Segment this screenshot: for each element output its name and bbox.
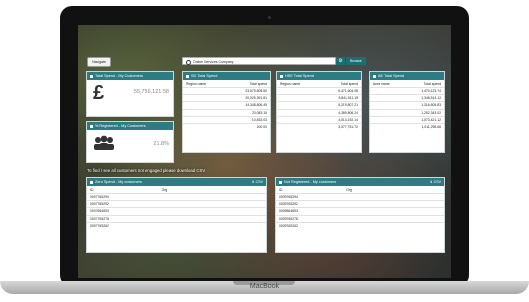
- column-header: Region name: [280, 81, 301, 86]
- table-row: 1,011,298.66: [370, 122, 444, 131]
- ae-spend-title: AE Total Spend: [378, 74, 405, 78]
- sd-spend-card: SD Total Spend Region name Total spend 23…: [182, 71, 271, 153]
- table-row: 200.00: [183, 122, 270, 131]
- not-registered-table: ID Org 0009765294 0009765292 0009664693 0…: [276, 186, 444, 229]
- zero-spend-card: Zero Spend - My customers ⬇ CSV ID Org 00…: [86, 177, 267, 253]
- csv-label: CSV: [255, 180, 263, 184]
- table-row: 4,389,806.24: [277, 108, 361, 117]
- table-icon: [373, 74, 376, 78]
- table-row: 23,579,605.60: [183, 86, 270, 95]
- table-row: 0007765292: [87, 200, 266, 208]
- column-header: ID: [90, 187, 94, 192]
- table-row: 23,083.15: [183, 108, 270, 117]
- not-registered-title: Not Registered - My customers: [284, 180, 337, 184]
- download-csv-button[interactable]: ⬇ CSV: [252, 178, 263, 186]
- browse-button[interactable]: Browse: [346, 57, 366, 65]
- users-icon: [90, 124, 93, 128]
- table-row: 20,029,391.81: [183, 94, 270, 102]
- csv-notice: To find / see all customers not engaged …: [87, 168, 206, 173]
- table-row: 6,471,604.08: [277, 86, 361, 95]
- table-row: 1,316,605.83: [370, 101, 444, 110]
- table-row: 0009765294: [276, 192, 444, 201]
- column-header: Area name: [373, 81, 390, 86]
- table-row: 1,073,421.12: [370, 115, 444, 124]
- hse-spend-table: Region name Total spend 6,471,604.08 5,84…: [277, 80, 361, 131]
- table-row: 5,219,807.21: [277, 101, 361, 110]
- sd-spend-header: SD Total Spend: [183, 72, 270, 80]
- ae-spend-card: AE Total Spend Area name Total spend 1,47…: [369, 71, 445, 153]
- column-header: ID: [279, 187, 283, 192]
- column-header: Region name: [186, 81, 207, 86]
- search-input[interactable]: Online Services Company: [182, 57, 336, 65]
- sd-spend-title: SD Total Spend: [191, 74, 218, 78]
- table-icon: [280, 74, 283, 78]
- ae-spend-header: AE Total Spend: [370, 72, 444, 80]
- screen: Navigate Online Services Company ⚙ Brows…: [78, 25, 451, 278]
- registered-title: % Registered - My Customers: [95, 124, 146, 128]
- column-header: Total spend: [249, 81, 267, 86]
- zero-spend-title: Zero Spend - My customers: [95, 180, 142, 184]
- download-csv-button[interactable]: ⬇ CSV: [430, 178, 441, 186]
- table-icon: [90, 180, 93, 184]
- zero-spend-table: ID Org 0007765294 0007765292 0007664693 0…: [87, 186, 266, 229]
- total-spend-value: 55,756,121.58: [133, 89, 169, 95]
- table-row: 5,841,511.15: [277, 94, 361, 102]
- total-spend-header: Total Spend - My Customers: [87, 72, 173, 80]
- laptop-brand: MacBook: [249, 283, 280, 290]
- total-spend-title: Total Spend - My Customers: [95, 74, 143, 78]
- people-icon: [94, 135, 114, 150]
- hse-spend-header: HSE Total Spend: [277, 72, 361, 80]
- table-row: 0009765292: [276, 200, 444, 208]
- table-row: 4,013,192.14: [277, 115, 361, 124]
- table-row: 0009664693: [276, 207, 444, 216]
- search-value: Online Services Company: [193, 60, 234, 64]
- table-row: 0007765262: [87, 221, 266, 229]
- sd-spend-table: Region name Total spend 23,579,605.60 20,…: [183, 80, 270, 131]
- registered-card: % Registered - My Customers 21.8%: [86, 121, 174, 163]
- table-icon: [279, 180, 282, 184]
- table-row: 1,252,343.02: [370, 108, 444, 117]
- table-row: 0009765262: [276, 221, 444, 229]
- gear-icon: ⚙: [338, 58, 343, 64]
- column-header: Org: [346, 187, 352, 192]
- table-row: 14,348,806.49: [183, 101, 270, 110]
- column-header: Total spend: [340, 81, 358, 86]
- hse-spend-title: HSE Total Spend: [285, 74, 314, 78]
- registered-value: 21.8%: [153, 141, 169, 147]
- camera: [268, 16, 271, 19]
- table-row: 1,470,123.74: [370, 86, 444, 95]
- table-row: 0007664693: [87, 207, 266, 216]
- currency-pound-icon: £: [93, 82, 105, 104]
- zero-spend-header: Zero Spend - My customers ⬇ CSV: [87, 178, 266, 186]
- table-row: 1,348,514.12: [370, 94, 444, 102]
- settings-button[interactable]: ⚙: [336, 57, 345, 65]
- table-row: 3,377,751.72: [277, 122, 361, 131]
- not-registered-header: Not Registered - My customers ⬇ CSV: [276, 178, 444, 186]
- table-row: 0009765278: [276, 214, 444, 223]
- total-spend-card: Total Spend - My Customers £ 55,756,121.…: [86, 71, 174, 117]
- column-header: Total spend: [423, 81, 441, 86]
- navigate-button[interactable]: Navigate: [87, 57, 111, 67]
- table-row: 10,833.03: [183, 115, 270, 124]
- table-row: 0007765278: [87, 214, 266, 223]
- hse-spend-card: HSE Total Spend Region name Total spend 6…: [276, 71, 362, 153]
- csv-label: CSV: [433, 180, 441, 184]
- search-icon: [186, 59, 191, 65]
- table-row: 0007765294: [87, 192, 266, 201]
- registered-header: % Registered - My Customers: [87, 122, 173, 130]
- pound-icon: [90, 74, 93, 78]
- column-header: Org: [161, 187, 168, 192]
- ae-spend-table: Area name Total spend 1,470,123.74 1,348,…: [370, 80, 444, 131]
- not-registered-card: Not Registered - My customers ⬇ CSV ID Or…: [275, 177, 445, 253]
- table-icon: [186, 74, 189, 78]
